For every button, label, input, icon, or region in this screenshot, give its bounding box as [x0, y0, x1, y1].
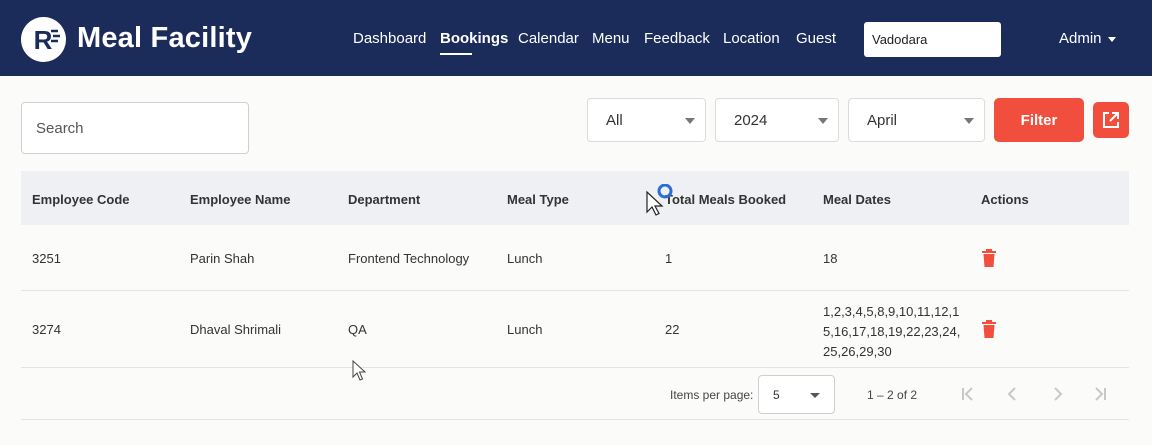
col-actions: Actions — [981, 192, 1029, 207]
cell-code: 3251 — [32, 251, 61, 266]
filter-button[interactable]: Filter — [994, 98, 1084, 142]
meal-type-select[interactable]: All — [587, 98, 706, 142]
search-input[interactable] — [21, 102, 249, 154]
table-header — [21, 171, 1129, 225]
col-total-meals[interactable]: Total Meals Booked — [665, 192, 786, 207]
cell-total: 1 — [665, 251, 673, 266]
admin-menu[interactable]: Admin — [1059, 30, 1102, 47]
cell-dates: 1,2,3,4,5,8,9,10,11,12,15,16,17,18,19,22… — [823, 304, 961, 359]
nav-dashboard[interactable]: Dashboard — [353, 30, 426, 47]
month-select[interactable]: April — [848, 98, 985, 142]
nav-menu[interactable]: Menu — [592, 30, 630, 47]
trash-icon[interactable] — [981, 249, 997, 267]
prev-page-icon[interactable] — [1003, 384, 1023, 404]
meal-type-value: All — [606, 112, 623, 129]
row-divider — [21, 290, 1129, 291]
next-page-icon[interactable] — [1047, 384, 1067, 404]
caret-down-icon[interactable] — [1108, 37, 1116, 42]
year-value: 2024 — [734, 112, 768, 129]
nav-guest[interactable]: Guest — [796, 30, 836, 47]
navbar: R Meal Facility Dashboard Bookings Calen… — [0, 0, 1152, 76]
cell-department: QA — [348, 322, 367, 337]
year-select[interactable]: 2024 — [715, 98, 839, 142]
items-per-page-select[interactable]: 5 — [758, 375, 835, 414]
location-input[interactable] — [864, 22, 1001, 57]
cell-dates: 18 — [823, 251, 838, 266]
nav-bookings[interactable]: Bookings — [440, 30, 508, 47]
page-range: 1 – 2 of 2 — [867, 388, 918, 402]
col-meal-dates[interactable]: Meal Dates — [823, 192, 891, 207]
items-per-page-label: Items per page: — [670, 388, 754, 402]
col-employee-name[interactable]: Employee Name — [190, 192, 290, 207]
cell-code: 3274 — [32, 322, 61, 337]
export-button[interactable] — [1093, 102, 1129, 138]
svg-text:R: R — [34, 25, 53, 55]
trash-icon[interactable] — [981, 320, 997, 338]
cell-department: Frontend Technology — [348, 251, 470, 266]
pagination-divider — [21, 419, 1129, 420]
cell-name: Dhaval Shrimali — [190, 322, 282, 337]
external-link-icon — [1103, 112, 1119, 128]
col-department[interactable]: Department — [348, 192, 420, 207]
nav-calendar[interactable]: Calendar — [518, 30, 579, 47]
cell-meal-type: Lunch — [507, 251, 543, 266]
col-employee-code[interactable]: Employee Code — [32, 192, 130, 207]
brand-name[interactable]: Meal Facility — [77, 22, 252, 55]
caret-down-icon — [810, 393, 820, 398]
caret-down-icon — [818, 118, 828, 124]
nav-location[interactable]: Location — [723, 30, 780, 47]
nav-active-indicator — [440, 53, 472, 55]
col-meal-type[interactable]: Meal Type — [507, 192, 569, 207]
logo-icon[interactable]: R — [21, 17, 66, 62]
caret-down-icon — [964, 118, 974, 124]
cell-name: Parin Shah — [190, 251, 255, 266]
cursor-pointer-icon — [352, 360, 367, 381]
items-per-page-value: 5 — [773, 388, 780, 402]
cursor-loading-icon — [646, 184, 673, 216]
cell-total: 22 — [665, 322, 680, 337]
month-value: April — [867, 112, 898, 129]
nav-feedback[interactable]: Feedback — [644, 30, 710, 47]
caret-down-icon — [685, 118, 695, 124]
first-page-icon[interactable] — [958, 384, 978, 404]
last-page-icon[interactable] — [1090, 384, 1110, 404]
cell-meal-type: Lunch — [507, 322, 543, 337]
row-divider — [21, 367, 1129, 368]
